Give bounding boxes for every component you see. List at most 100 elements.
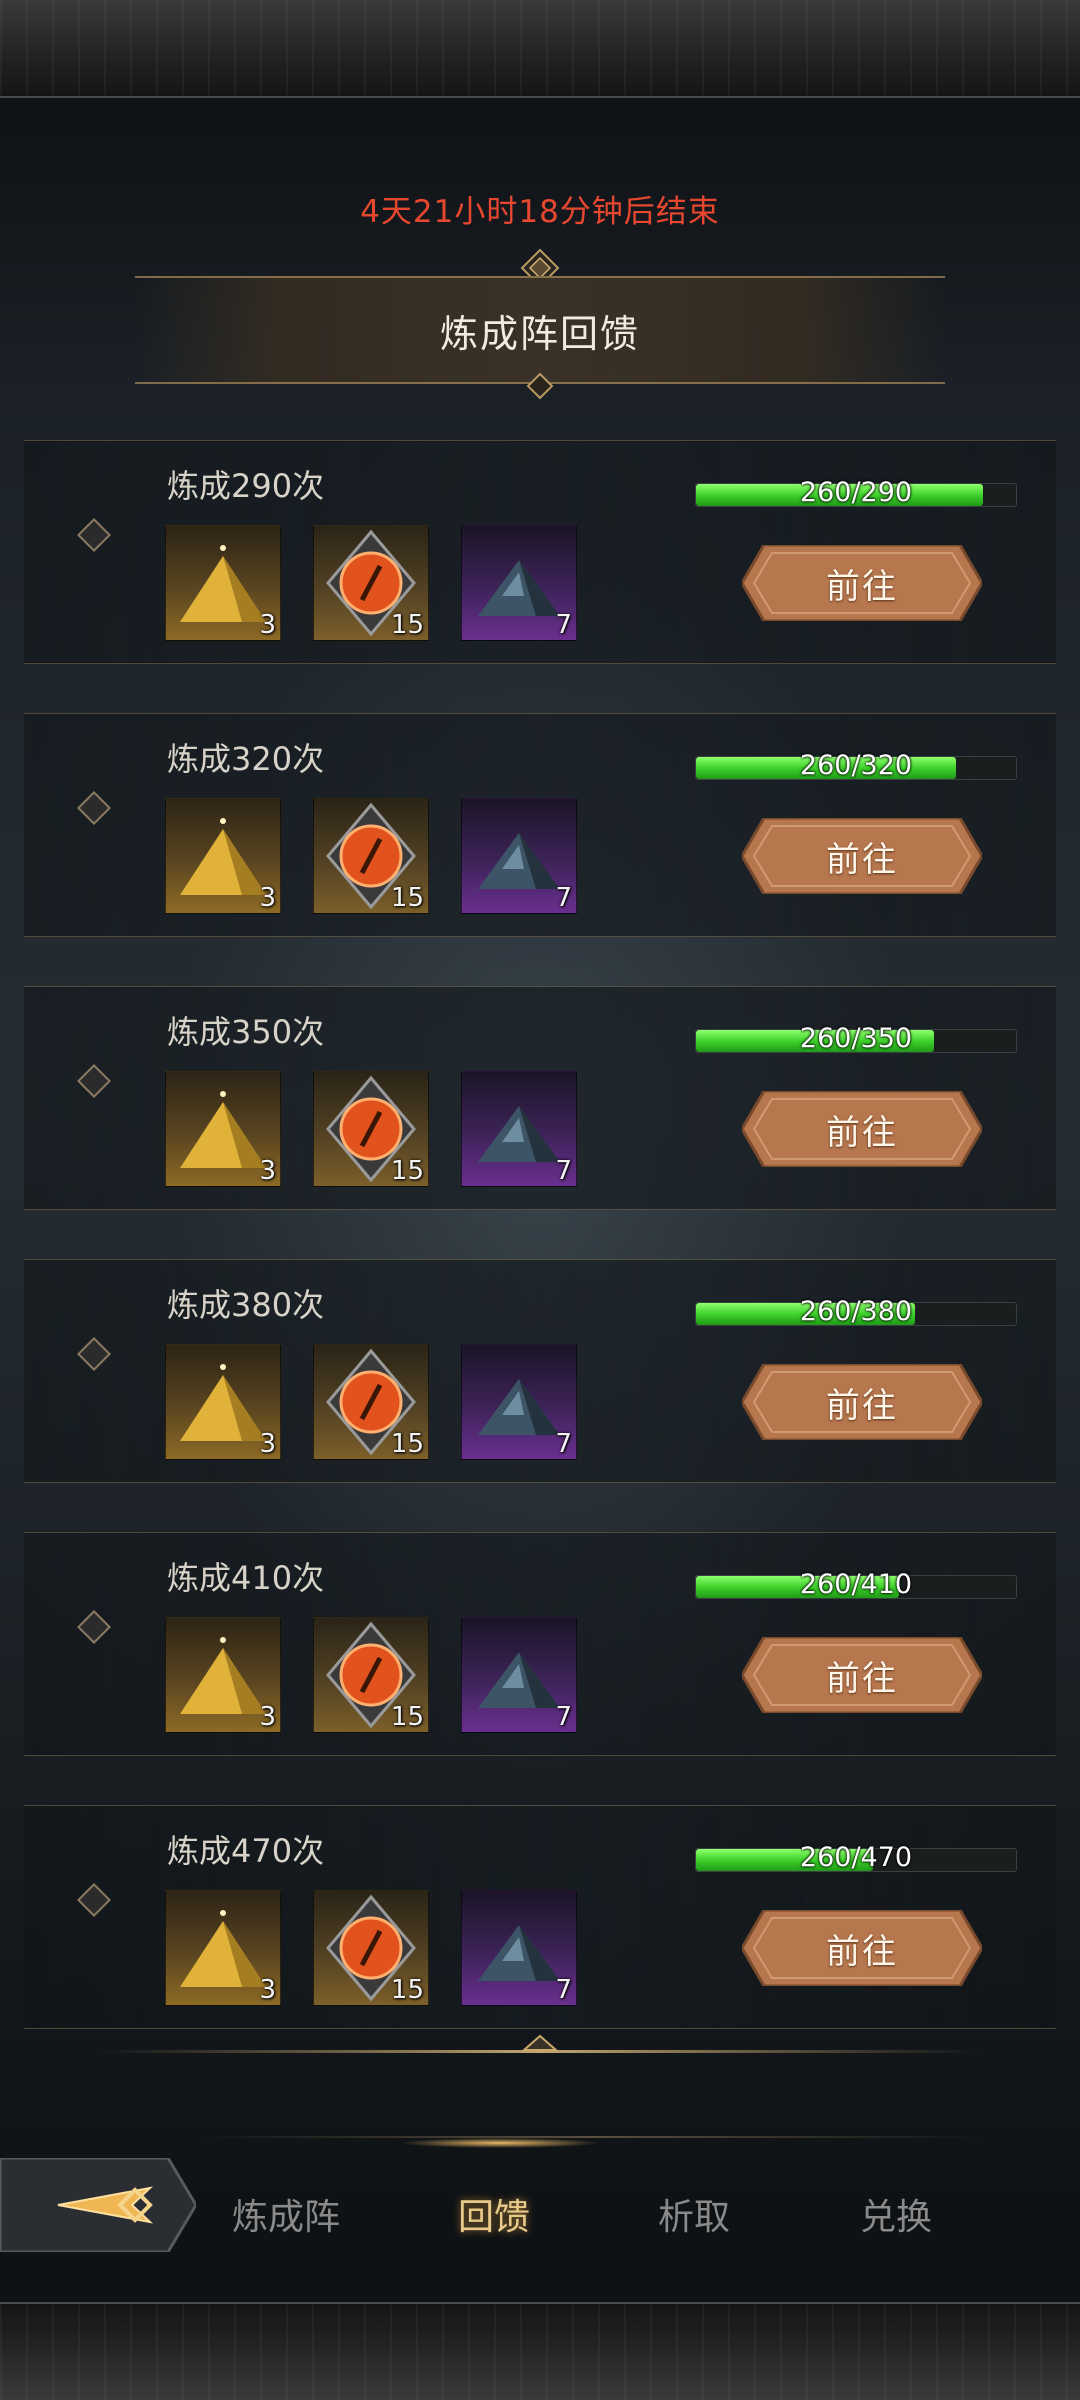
go-button[interactable]: 前往: [742, 818, 982, 894]
item-count: 3: [259, 1975, 276, 2005]
item-count: 3: [259, 610, 276, 640]
reward-row: 炼成470次 3 15 7 260/470 前往: [24, 1805, 1056, 2029]
row-marker-icon: [77, 1610, 111, 1644]
reward-item[interactable]: 7: [461, 1071, 577, 1187]
reward-item[interactable]: 7: [461, 1344, 577, 1460]
reward-items: 3 15 7: [165, 1071, 609, 1187]
bottom-ornate-frame: [0, 2302, 1080, 2400]
reward-item[interactable]: 7: [461, 525, 577, 641]
back-button[interactable]: [0, 2156, 198, 2254]
item-count: 15: [390, 1429, 424, 1459]
reward-threshold-label: 炼成350次: [167, 1013, 325, 1051]
banner-bottom-gem-icon: [526, 372, 554, 400]
tab-exchange[interactable]: 兑换: [860, 2188, 932, 2240]
go-button[interactable]: 前往: [742, 1364, 982, 1440]
progress-bar: 260/290: [695, 477, 1017, 508]
reward-items: 3 15 7: [165, 525, 609, 641]
list-bottom-divider: [100, 2034, 980, 2053]
item-count: 7: [555, 883, 572, 913]
progress-bar: 260/410: [695, 1569, 1017, 1600]
progress-text: 260/320: [799, 750, 913, 781]
item-count: 15: [390, 883, 424, 913]
reward-row: 炼成380次 3 15 7 260/380 前往: [24, 1259, 1056, 1483]
page-title-banner: 炼成阵回馈: [135, 276, 945, 384]
reward-item[interactable]: 7: [461, 1617, 577, 1733]
progress-bar: 260/380: [695, 1296, 1017, 1327]
progress-text: 260/380: [799, 1296, 913, 1327]
item-count: 3: [259, 1702, 276, 1732]
go-button-label: 前往: [826, 567, 898, 606]
progress-text: 260/350: [799, 1023, 913, 1054]
reward-item[interactable]: 15: [313, 1617, 429, 1733]
row-marker-icon: [77, 518, 111, 552]
row-marker-icon: [77, 791, 111, 825]
tab-extract[interactable]: 析取: [658, 2188, 730, 2240]
progress-bar: 260/350: [695, 1023, 1017, 1054]
go-button-label: 前往: [826, 840, 898, 879]
reward-threshold-label: 炼成320次: [167, 740, 325, 778]
progress-bar: 260/320: [695, 750, 1017, 781]
reward-list: 炼成290次 3 15 7 260/290 前往 炼成320次 3 15 7 2…: [24, 440, 1056, 2078]
reward-items: 3 15 7: [165, 1344, 609, 1460]
reward-item[interactable]: 3: [165, 798, 281, 914]
go-button-label: 前往: [826, 1932, 898, 1971]
go-button[interactable]: 前往: [742, 1637, 982, 1713]
go-button[interactable]: 前往: [742, 545, 982, 621]
reward-row: 炼成290次 3 15 7 260/290 前往: [24, 440, 1056, 664]
reward-row: 炼成410次 3 15 7 260/410 前往: [24, 1532, 1056, 1756]
event-countdown: 4天21小时18分钟后结束: [360, 194, 720, 230]
back-arrow-icon: [0, 2156, 198, 2254]
reward-item[interactable]: 15: [313, 1344, 429, 1460]
reward-item[interactable]: 7: [461, 1890, 577, 2006]
item-count: 3: [259, 883, 276, 913]
reward-item[interactable]: 7: [461, 798, 577, 914]
reward-item[interactable]: 15: [313, 798, 429, 914]
reward-item[interactable]: 3: [165, 1071, 281, 1187]
progress-bar: 260/470: [695, 1842, 1017, 1873]
reward-threshold-label: 炼成470次: [167, 1832, 325, 1870]
item-count: 15: [390, 1156, 424, 1186]
tab-feedback[interactable]: 回馈: [458, 2188, 530, 2240]
page-title: 炼成阵回馈: [439, 311, 640, 356]
reward-threshold-label: 炼成410次: [167, 1559, 325, 1597]
top-ornate-frame: [0, 0, 1080, 98]
reward-threshold-label: 炼成380次: [167, 1286, 325, 1324]
reward-row: 炼成320次 3 15 7 260/320 前往: [24, 713, 1056, 937]
item-count: 7: [555, 1702, 572, 1732]
item-count: 15: [390, 1702, 424, 1732]
item-count: 3: [259, 1156, 276, 1186]
reward-items: 3 15 7: [165, 798, 609, 914]
reward-items: 3 15 7: [165, 1890, 609, 2006]
reward-item[interactable]: 3: [165, 1617, 281, 1733]
item-count: 3: [259, 1429, 276, 1459]
row-marker-icon: [77, 1883, 111, 1917]
tab-array[interactable]: 炼成阵: [232, 2188, 340, 2240]
row-marker-icon: [77, 1337, 111, 1371]
reward-item[interactable]: 15: [313, 525, 429, 641]
progress-text: 260/290: [799, 477, 913, 508]
item-count: 7: [555, 610, 572, 640]
go-button[interactable]: 前往: [742, 1910, 982, 1986]
reward-row: 炼成350次 3 15 7 260/350 前往: [24, 986, 1056, 1210]
bottom-tab-bar: 炼成阵 回馈 析取 兑换: [0, 2132, 1080, 2282]
reward-item[interactable]: 3: [165, 1344, 281, 1460]
active-tab-glow: [400, 2138, 600, 2148]
item-count: 15: [390, 1975, 424, 2005]
go-button-label: 前往: [826, 1659, 898, 1698]
progress-text: 260/470: [799, 1842, 913, 1873]
go-button[interactable]: 前往: [742, 1091, 982, 1167]
item-count: 7: [555, 1975, 572, 2005]
row-marker-icon: [77, 1064, 111, 1098]
item-count: 15: [390, 610, 424, 640]
reward-items: 3 15 7: [165, 1617, 609, 1733]
reward-item[interactable]: 3: [165, 1890, 281, 2006]
reward-item[interactable]: 3: [165, 525, 281, 641]
reward-item[interactable]: 15: [313, 1071, 429, 1187]
reward-threshold-label: 炼成290次: [167, 467, 325, 505]
item-count: 7: [555, 1429, 572, 1459]
item-count: 7: [555, 1156, 572, 1186]
go-button-label: 前往: [826, 1386, 898, 1425]
reward-item[interactable]: 15: [313, 1890, 429, 2006]
progress-text: 260/410: [799, 1569, 913, 1600]
go-button-label: 前往: [826, 1113, 898, 1152]
